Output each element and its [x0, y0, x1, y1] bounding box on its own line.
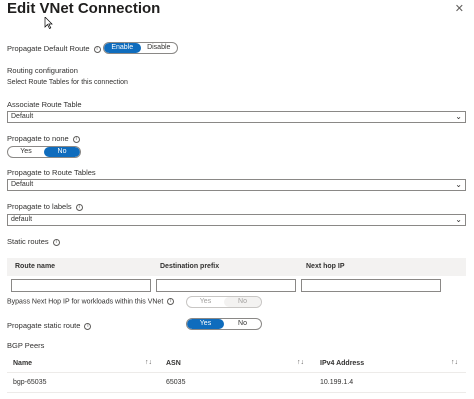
- next-hop-ip-column-header: Next hop IP: [306, 263, 345, 270]
- disable-option[interactable]: Disable: [141, 43, 178, 53]
- ipv4-address-column-text: IPv4 Address: [320, 360, 365, 367]
- propagate-default-route-label: Propagate Default Route i: [7, 44, 101, 53]
- propagate-to-route-tables-label: Propagate to Route Tables: [7, 168, 96, 177]
- ipv4-address-column-header[interactable]: IPv4 Address: [320, 360, 364, 367]
- asn-column-header[interactable]: ASN: [166, 360, 181, 367]
- destination-prefix-column-header: Destination prefix: [160, 263, 220, 270]
- chevron-down-icon: ⌄: [455, 215, 462, 224]
- static-routes-label: Static routes i: [7, 237, 60, 246]
- propagate-to-none-label: Propagate to none i: [7, 134, 80, 143]
- asn-column-text: ASN: [166, 360, 181, 367]
- destination-prefix-input[interactable]: [156, 279, 296, 292]
- sort-icon[interactable]: ↑↓: [451, 359, 458, 366]
- chevron-down-icon: ⌄: [455, 112, 462, 121]
- propagate-default-route-toggle[interactable]: Enable Disable: [103, 42, 178, 54]
- propagate-to-route-tables-dropdown[interactable]: Default ⌄: [7, 179, 466, 191]
- no-option[interactable]: No: [224, 297, 261, 307]
- propagate-to-labels-label: Propagate to labels i: [7, 202, 83, 211]
- name-column-text: Name: [13, 360, 33, 367]
- page-title: Edit VNet Connection: [7, 0, 161, 17]
- close-icon[interactable]: ✕: [455, 2, 464, 15]
- propagate-static-route-toggle[interactable]: Yes No: [186, 318, 262, 330]
- propagate-to-labels-dropdown[interactable]: default ⌄: [7, 214, 466, 226]
- propagate-default-route-text: Propagate Default Route: [7, 44, 90, 53]
- static-routes-header: [7, 258, 466, 276]
- info-icon[interactable]: i: [93, 45, 101, 53]
- info-icon[interactable]: i: [52, 238, 60, 246]
- info-icon[interactable]: i: [84, 322, 92, 330]
- associate-route-table-dropdown[interactable]: Default ⌄: [7, 111, 466, 123]
- info-icon[interactable]: i: [75, 203, 83, 211]
- bgp-peer-ipv4: 10.199.1.4: [320, 379, 354, 386]
- propagate-to-labels-value: default: [11, 216, 33, 223]
- info-icon[interactable]: i: [72, 135, 80, 143]
- sort-icon[interactable]: ↑↓: [145, 359, 152, 366]
- propagate-to-route-tables-value: Default: [11, 181, 34, 188]
- route-name-column-header: Route name: [15, 263, 56, 270]
- propagate-static-route-text: Propagate static route: [7, 321, 81, 330]
- info-icon[interactable]: i: [167, 298, 175, 305]
- no-option[interactable]: No: [44, 147, 80, 157]
- yes-option[interactable]: Yes: [8, 147, 44, 157]
- name-column-header[interactable]: Name: [13, 360, 32, 367]
- bypass-next-hop-toggle[interactable]: Yes No: [186, 296, 262, 308]
- table-divider: [7, 392, 466, 393]
- route-name-input[interactable]: [11, 279, 151, 292]
- chevron-down-icon: ⌄: [455, 180, 462, 189]
- sort-icon[interactable]: ↑↓: [297, 359, 304, 366]
- bypass-next-hop-label: Bypass Next Hop IP for workloads within …: [7, 298, 175, 306]
- propagate-to-none-text: Propagate to none: [7, 134, 69, 143]
- propagate-static-route-label: Propagate static route i: [7, 321, 92, 330]
- no-option[interactable]: No: [224, 319, 261, 329]
- enable-option[interactable]: Enable: [104, 43, 141, 53]
- bgp-peer-name: bgp-65035: [13, 379, 47, 386]
- propagate-to-labels-text: Propagate to labels: [7, 202, 72, 211]
- associate-route-table-label: Associate Route Table: [7, 100, 82, 109]
- table-row[interactable]: bgp-65035 65035 10.199.1.4: [7, 373, 466, 393]
- next-hop-ip-input[interactable]: [301, 279, 441, 292]
- yes-option[interactable]: Yes: [187, 319, 224, 329]
- propagate-to-none-toggle[interactable]: Yes No: [7, 146, 81, 158]
- yes-option[interactable]: Yes: [187, 297, 224, 307]
- mouse-cursor-icon: [44, 17, 53, 29]
- bypass-next-hop-text: Bypass Next Hop IP for workloads within …: [7, 298, 164, 306]
- routing-configuration-subtext: Select Route Tables for this connection: [7, 79, 128, 86]
- bgp-peers-label: BGP Peers: [7, 341, 45, 350]
- routing-configuration-heading: Routing configuration: [7, 66, 78, 75]
- bgp-peer-asn: 65035: [166, 379, 186, 386]
- static-routes-text: Static routes: [7, 237, 49, 246]
- associate-route-table-value: Default: [11, 113, 34, 120]
